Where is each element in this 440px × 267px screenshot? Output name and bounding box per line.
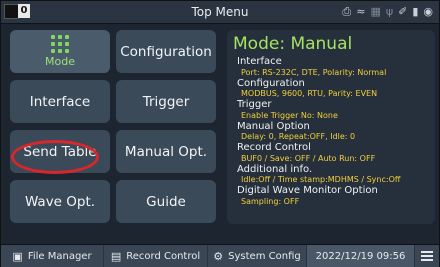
network-icon: ▦ — [370, 5, 381, 18]
info-section-title: Digital Wave Monitor Option — [237, 185, 378, 196]
info-section-value: MODBUS, 9600, RTU, Parity: EVEN — [241, 89, 378, 98]
info-list: Interface Port: RS-232C, DTE, Polarity: … — [237, 56, 433, 207]
info-section-title: Record Control — [237, 142, 311, 153]
wave-opt-button[interactable]: Wave Opt. — [10, 180, 110, 223]
grid-icon — [51, 35, 69, 53]
configuration-label: Configuration — [120, 43, 212, 60]
mode-label: Mode — [45, 55, 75, 68]
menu-button[interactable] — [415, 245, 439, 267]
info-section-title: Trigger — [237, 99, 272, 110]
info-section-value: Port: RS-232C, DTE, Polarity: Normal — [241, 67, 387, 77]
record-control-label: Record Control — [126, 250, 201, 262]
lock-icon: ◉ — [423, 5, 433, 18]
wave-opt-label: Wave Opt. — [24, 193, 96, 210]
datetime-display: 2022/12/19 09:56 — [307, 245, 415, 267]
title-bar: 0 Top Menu ⎙ ≈ ▦ ψ ✐ ▮ ◉ — [1, 1, 439, 24]
mode-button[interactable]: Mode — [10, 30, 110, 73]
record-control-button[interactable]: ▤ Record Control — [104, 245, 208, 267]
app-window: 0 Top Menu ⎙ ≈ ▦ ψ ✐ ▮ ◉ Mode Configurat… — [0, 0, 440, 267]
save-icon: ▣ — [12, 249, 23, 263]
printer-icon: ⎙ — [342, 5, 352, 18]
info-section-value: Sampling: OFF — [241, 196, 300, 206]
bottom-toolbar: ▣ File Manager ▤ Record Control ⚙ System… — [1, 244, 439, 267]
gear-icon: ⚙ — [213, 249, 224, 263]
mode-info-panel: Mode: Manual Interface Port: RS-232C, DT… — [227, 30, 435, 224]
guide-button[interactable]: Guide — [116, 180, 216, 223]
trigger-label: Trigger — [142, 93, 190, 110]
interface-label: Interface — [29, 93, 91, 110]
menu-icon — [421, 251, 433, 261]
manual-opt-label: Manual Opt. — [124, 143, 208, 160]
usb-icon: ψ — [385, 5, 394, 18]
status-icons: ⎙ ≈ ▦ ψ ✐ ▮ ◉ — [342, 4, 433, 20]
interface-button[interactable]: Interface — [10, 80, 110, 123]
trigger-button[interactable]: Trigger — [116, 80, 216, 123]
send-table-button[interactable]: Send Table — [10, 130, 110, 173]
wifi-icon: ≈ — [356, 5, 366, 18]
info-section-value: BUF0 / Save: OFF / Auto Run: OFF — [241, 153, 376, 163]
info-section-value: Enable Trigger No: None — [241, 110, 338, 120]
manual-opt-button[interactable]: Manual Opt. — [116, 130, 216, 173]
file-manager-label: File Manager — [27, 250, 92, 262]
system-config-label: System Config — [228, 250, 301, 262]
info-section-title: Manual Option — [237, 120, 310, 132]
file-manager-button[interactable]: ▣ File Manager — [1, 245, 104, 267]
info-section-title: Additional info. — [237, 163, 313, 175]
info-section-value: Idle:Off / Time stamp:MDHMS / Sync:Off — [241, 175, 401, 184]
info-section-title: Configuration — [237, 77, 305, 89]
pen-icon: ✐ — [398, 5, 408, 18]
send-table-label: Send Table — [23, 143, 97, 160]
system-config-button[interactable]: ⚙ System Config — [208, 245, 307, 267]
mode-heading: Mode: Manual — [233, 34, 353, 54]
datetime-label: 2022/12/19 09:56 — [315, 250, 406, 262]
info-section-value: Delay: 0, Repeat:OFF, Idle: 0 — [241, 132, 356, 141]
guide-label: Guide — [146, 193, 186, 210]
info-section-title: Interface — [237, 56, 282, 67]
document-icon: ▤ — [110, 249, 122, 263]
configuration-button[interactable]: Configuration — [116, 30, 216, 73]
card-icon: ▮ — [412, 5, 419, 18]
